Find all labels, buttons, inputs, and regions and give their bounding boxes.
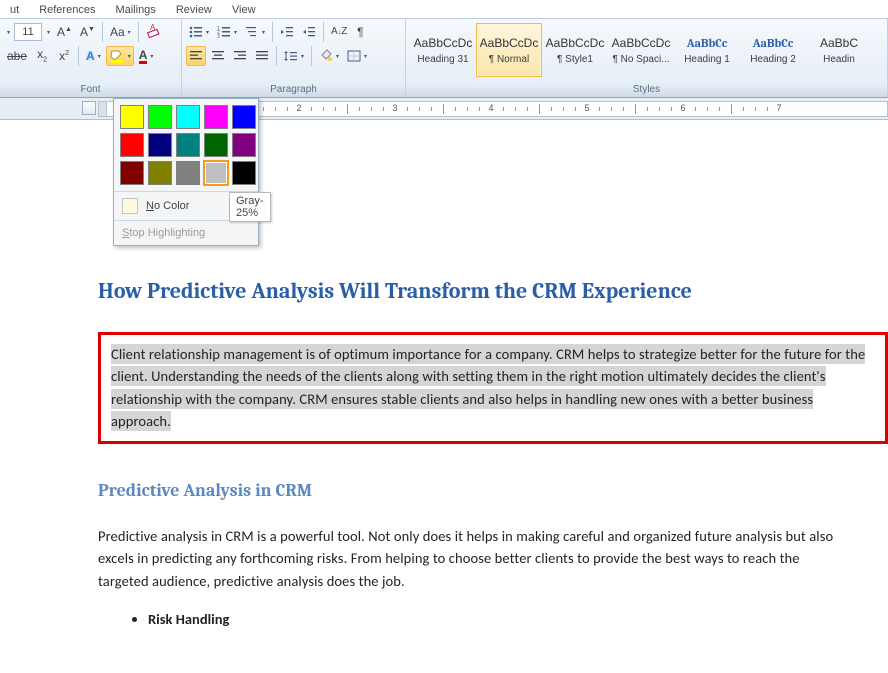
list-item[interactable]: Risk Handling	[148, 610, 888, 628]
increase-indent-button[interactable]	[299, 22, 319, 42]
svg-text:3: 3	[217, 34, 220, 38]
group-paragraph: ▾ 123▾ ▾ A↓Z ¶	[182, 19, 406, 97]
highlight-swatch[interactable]	[176, 105, 200, 129]
highlight-swatch[interactable]	[120, 133, 144, 157]
highlight-color-button[interactable]: ▾	[106, 46, 134, 66]
align-center-button[interactable]	[208, 46, 228, 66]
sort-button[interactable]: A↓Z	[328, 22, 348, 42]
highlight-swatch[interactable]	[148, 133, 172, 157]
tab-selector-icon[interactable]	[82, 101, 96, 115]
highlight-swatch[interactable]	[148, 105, 172, 129]
font-group-label: Font	[4, 84, 177, 97]
ribbon-tabs: ut References Mailings Review View	[0, 0, 888, 18]
bullets-button[interactable]: ▾	[186, 22, 212, 42]
strikethrough-button[interactable]: abe	[4, 46, 30, 66]
intro-paragraph[interactable]: Client relationship management is of opt…	[111, 344, 865, 431]
highlight-tooltip: Gray-25%	[229, 192, 271, 222]
borders-icon	[347, 50, 361, 62]
align-right-button[interactable]	[230, 46, 250, 66]
highlight-swatch[interactable]	[120, 105, 144, 129]
section-heading: Predictive Analysis in CRM	[98, 480, 888, 501]
justify-button[interactable]	[252, 46, 272, 66]
paragraph-group-label: Paragraph	[186, 84, 401, 97]
subscript-button[interactable]: x2	[32, 46, 52, 66]
highlight-swatch[interactable]	[232, 161, 256, 185]
tab-mailings[interactable]: Mailings	[105, 2, 165, 16]
doc-title: How Predictive Analysis Will Transform t…	[98, 278, 888, 304]
font-name-dd-icon[interactable]: ▾	[5, 29, 12, 36]
highlight-swatch[interactable]	[204, 105, 228, 129]
style-normal[interactable]: AaBbCcDc¶ Normal	[476, 23, 542, 77]
numbering-button[interactable]: 123▾	[214, 22, 240, 42]
body-paragraph[interactable]: Predictive analysis in CRM is a powerful…	[98, 525, 838, 592]
outdent-icon	[280, 26, 294, 38]
stop-highlighting-item: Stop Highlighting	[114, 220, 258, 245]
style-heading2[interactable]: AaBbCcHeading 2	[740, 23, 806, 77]
highlight-swatch[interactable]	[232, 133, 256, 157]
highlight-swatch-grid	[114, 99, 258, 191]
tab-references[interactable]: References	[29, 2, 105, 16]
eraser-icon: A	[146, 24, 162, 40]
borders-button[interactable]: ▾	[344, 46, 370, 66]
decrease-indent-button[interactable]	[277, 22, 297, 42]
no-color-swatch-icon	[122, 198, 138, 214]
style-heading-cut[interactable]: AaBbCHeadin	[806, 23, 872, 77]
group-font: ▾ 11 ▾ A▲ A▼ Aa▾ A abe x2 x2 A▾	[0, 19, 182, 97]
paint-bucket-icon	[319, 49, 333, 63]
style-style1[interactable]: AaBbCcDc¶ Style1	[542, 23, 608, 77]
highlight-swatch[interactable]	[176, 161, 200, 185]
bullet-list: Risk Handling	[148, 610, 888, 628]
align-left-button[interactable]	[186, 46, 206, 66]
line-spacing-button[interactable]: ▾	[281, 46, 307, 66]
highlight-swatch[interactable]	[176, 133, 200, 157]
tab-view[interactable]: View	[222, 2, 266, 16]
style-heading31[interactable]: AaBbCcDcHeading 31	[410, 23, 476, 77]
indent-icon	[302, 26, 316, 38]
superscript-button[interactable]: x2	[54, 46, 74, 66]
align-left-icon	[189, 50, 203, 62]
style-heading1[interactable]: AaBbCcHeading 1	[674, 23, 740, 77]
style-nospacing[interactable]: AaBbCcDc¶ No Spaci...	[608, 23, 674, 77]
numbering-icon: 123	[217, 26, 231, 38]
font-size-input[interactable]: 11	[14, 23, 42, 41]
highlighter-icon	[109, 49, 125, 63]
highlight-swatch[interactable]	[204, 133, 228, 157]
justify-icon	[255, 50, 269, 62]
grow-font-button[interactable]: A▲	[54, 22, 75, 42]
styles-gallery[interactable]: AaBbCcDcHeading 31 AaBbCcDc¶ Normal AaBb…	[410, 21, 883, 77]
tab-layout-cut[interactable]: ut	[0, 2, 29, 16]
text-effects-button[interactable]: A▾	[83, 46, 104, 66]
bullets-icon	[189, 26, 203, 38]
ribbon: ▾ 11 ▾ A▲ A▼ Aa▾ A abe x2 x2 A▾	[0, 18, 888, 98]
highlight-swatch[interactable]	[232, 105, 256, 129]
show-marks-button[interactable]: ¶	[350, 22, 370, 42]
shading-button[interactable]: ▾	[316, 46, 342, 66]
shrink-font-button[interactable]: A▼	[77, 22, 98, 42]
line-spacing-icon	[284, 50, 298, 62]
highlight-color-panel: No Color Stop Highlighting Gray-25%	[113, 98, 259, 246]
font-color-button[interactable]: A▾	[136, 46, 157, 66]
highlight-swatch[interactable]	[204, 161, 228, 185]
align-center-icon	[211, 50, 225, 62]
highlight-swatch[interactable]	[148, 161, 172, 185]
clear-formatting-button[interactable]: A	[143, 22, 165, 42]
font-size-dd-icon[interactable]: ▾	[45, 29, 52, 36]
highlight-swatch[interactable]	[120, 161, 144, 185]
align-right-icon	[233, 50, 247, 62]
tab-review[interactable]: Review	[166, 2, 222, 16]
multilevel-icon	[245, 26, 259, 38]
multilevel-list-button[interactable]: ▾	[242, 22, 268, 42]
styles-group-label: Styles	[410, 84, 883, 97]
group-styles: AaBbCcDcHeading 31 AaBbCcDc¶ Normal AaBb…	[406, 19, 888, 97]
svg-text:A: A	[150, 24, 156, 32]
selected-paragraph-annotation: Client relationship management is of opt…	[98, 332, 888, 444]
change-case-button[interactable]: Aa▾	[107, 22, 134, 42]
